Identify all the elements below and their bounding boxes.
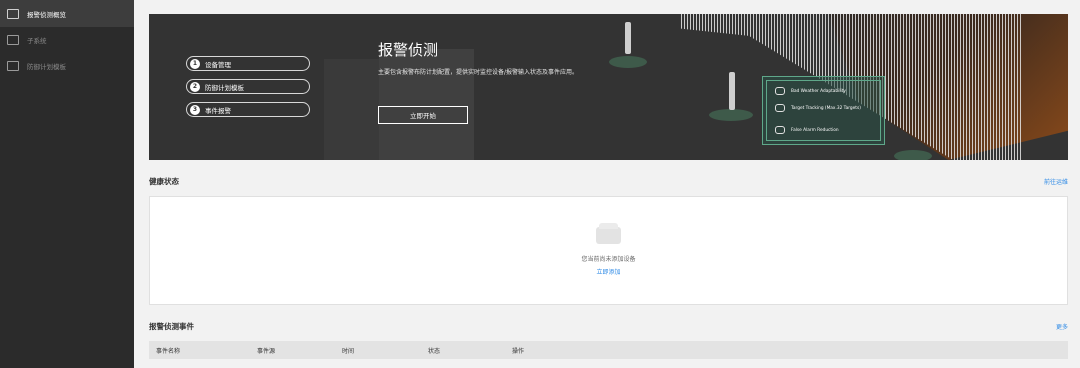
column-header-actions[interactable]: 操作 — [512, 346, 524, 355]
sidebar-item-label: 防御计划模板 — [27, 63, 66, 71]
sidebar-item-subsystem[interactable]: 子系统 — [0, 27, 134, 53]
empty-state-text: 您当前尚未添加设备 — [581, 256, 636, 263]
step-number: 3 — [190, 104, 200, 115]
step-defense-template[interactable]: 2 防御计划模板 — [186, 79, 310, 94]
person-illustration — [729, 72, 735, 110]
sidebar-item-overview[interactable]: 报警侦测概览 — [0, 0, 134, 27]
feature-item: False Alarm Reduction — [775, 126, 839, 134]
start-button[interactable]: 立即开始 — [378, 106, 468, 124]
feature-item: Target Tracking (Max.32 Targets) — [775, 104, 870, 112]
feature-box: Bad Weather Adaptability Target Tracking… — [762, 76, 885, 145]
step-number: 2 — [190, 81, 200, 92]
step-label: 事件报警 — [205, 106, 231, 115]
column-header-status[interactable]: 状态 — [428, 346, 440, 355]
alarm-reduction-icon — [775, 126, 785, 134]
sidebar: 报警侦测概览 子系统 防御计划模板 — [0, 0, 134, 368]
cloud-icon — [775, 87, 785, 95]
subsystem-icon — [7, 35, 19, 45]
intro-banner: 1 设备管理 2 防御计划模板 3 事件报警 报警侦测 主要包含报警布防计划配置… — [149, 14, 1068, 160]
sidebar-item-template[interactable]: 防御计划模板 — [0, 53, 134, 79]
template-icon — [7, 61, 19, 71]
sidebar-item-label: 子系统 — [27, 37, 47, 45]
banner-title: 报警侦测 — [378, 41, 439, 59]
main-content: 1 设备管理 2 防御计划模板 3 事件报警 报警侦测 主要包含报警布防计划配置… — [134, 0, 1080, 368]
step-device-management[interactable]: 1 设备管理 — [186, 56, 310, 71]
events-table-header: 事件名称 事件源 时间 状态 操作 — [149, 341, 1068, 359]
feature-label: False Alarm Reduction — [791, 127, 839, 133]
step-label: 防御计划模板 — [205, 83, 244, 92]
empty-device-icon — [596, 223, 621, 244]
feature-label: Bad Weather Adaptability — [791, 88, 846, 94]
banner-decoration — [894, 150, 932, 160]
health-panel: 您当前尚未添加设备 立即添加 — [149, 196, 1068, 305]
overview-icon — [7, 8, 19, 19]
go-maintenance-link[interactable]: 前往运维 — [1044, 177, 1068, 186]
more-events-link[interactable]: 更多 — [1056, 322, 1068, 331]
health-section-title: 健康状态 — [149, 177, 179, 186]
step-event-alarm[interactable]: 3 事件报警 — [186, 102, 310, 117]
sidebar-item-label: 报警侦测概览 — [27, 10, 66, 19]
banner-decoration — [709, 109, 753, 121]
step-number: 1 — [190, 58, 200, 69]
banner-decoration — [609, 56, 647, 68]
person-illustration — [625, 22, 631, 54]
events-section-title: 报警侦测事件 — [149, 322, 194, 331]
banner-description: 主要包含报警布防计划配置，提供实时监控设备/报警输入状态及事件应用。 — [378, 69, 579, 76]
column-header-time[interactable]: 时间 — [342, 346, 354, 355]
column-header-event-source[interactable]: 事件源 — [257, 346, 275, 355]
step-label: 设备管理 — [205, 60, 231, 69]
feature-label: Target Tracking (Max.32 Targets) — [791, 105, 861, 111]
target-icon — [775, 104, 785, 112]
feature-item: Bad Weather Adaptability — [775, 87, 846, 95]
banner-decoration — [379, 49, 474, 160]
column-header-event-name[interactable]: 事件名称 — [156, 346, 180, 355]
add-device-link[interactable]: 立即添加 — [150, 267, 1067, 276]
